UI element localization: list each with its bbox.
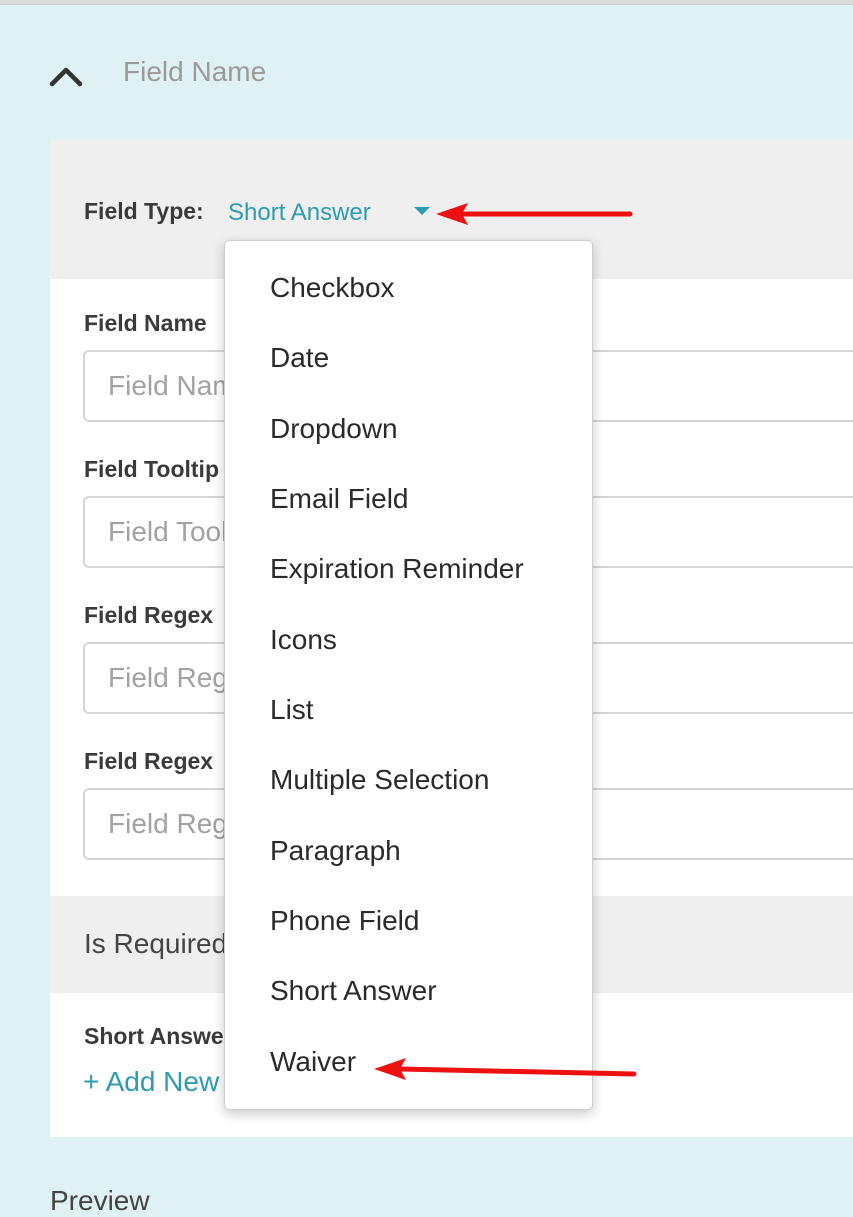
is-required-label: Is Required [84, 928, 228, 959]
menu-item-dropdown[interactable]: Dropdown [225, 394, 592, 464]
menu-item-paragraph[interactable]: Paragraph [225, 816, 592, 886]
menu-item-email-field[interactable]: Email Field [225, 464, 592, 534]
menu-item-waiver[interactable]: Waiver [225, 1027, 592, 1097]
field-regex-message-label: Field Regex [84, 748, 214, 774]
preview-heading: Preview [50, 1185, 150, 1216]
field-type-label: Field Type: [84, 198, 204, 224]
top-border [0, 0, 853, 5]
menu-item-short-answer[interactable]: Short Answer [225, 956, 592, 1026]
menu-item-icons[interactable]: Icons [225, 605, 592, 675]
caret-down-icon[interactable] [414, 207, 430, 215]
add-new-link[interactable]: + Add New [83, 1066, 219, 1098]
field-name-label: Field Name [84, 310, 207, 336]
field-type-select[interactable]: Short Answer [228, 199, 371, 227]
field-regex-label: Field Regex [84, 602, 214, 628]
menu-item-checkbox[interactable]: Checkbox [225, 253, 592, 323]
section-title: Field Name [123, 56, 267, 87]
menu-item-expiration-reminder[interactable]: Expiration Reminder [225, 534, 592, 604]
short-answer-label: Short Answer [84, 1023, 233, 1049]
field-tooltip-label: Field Tooltip [84, 456, 219, 482]
menu-item-phone-field[interactable]: Phone Field [225, 886, 592, 956]
menu-item-multiple-selection[interactable]: Multiple Selection [225, 745, 592, 815]
menu-item-list[interactable]: List [225, 675, 592, 745]
menu-item-date[interactable]: Date [225, 323, 592, 393]
chevron-up-icon[interactable] [48, 60, 84, 90]
field-type-dropdown-menu: Checkbox Date Dropdown Email Field Expir… [224, 240, 593, 1110]
